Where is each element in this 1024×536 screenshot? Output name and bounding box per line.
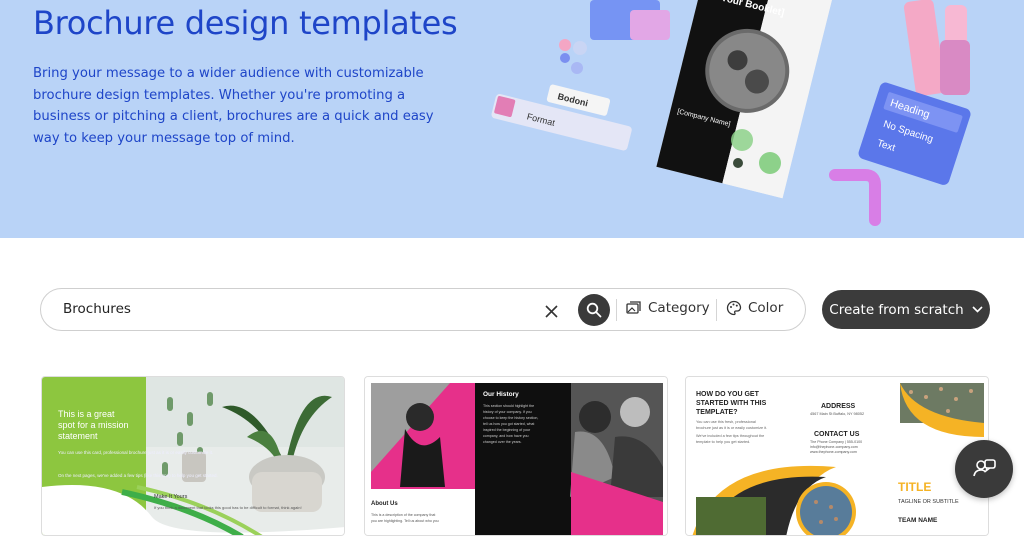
hero-description: Bring your message to a wider audience w… (33, 66, 434, 146)
green-headline-1: This is a great (58, 409, 115, 419)
color-filter-button[interactable]: Color (726, 300, 783, 316)
question-line-1: HOW DO YOU GET (696, 391, 760, 398)
history-body-line: changed over the years. (483, 440, 522, 444)
chat-assistant-button[interactable] (955, 440, 1013, 498)
question-body-line: template to help you get started. (696, 440, 750, 444)
template-card-yellow-sports-brochure[interactable]: HOW DO YOU GET STARTED WITH THIS TEMPLAT… (685, 376, 989, 536)
about-body-line: you are highlighting. Tell us about who … (371, 519, 439, 523)
title-text: TITLE (898, 480, 931, 494)
clear-search-button[interactable] (541, 301, 561, 321)
hero-illustration: of Your Booklet] [Company Name] Format B… (491, 0, 971, 226)
green-body-2: On the next pages, we've added a few tip… (58, 473, 218, 478)
template-card-green-brochure[interactable]: This is a great spot for a mission state… (41, 376, 345, 536)
question-body: You can use this fresh, professional (696, 420, 756, 424)
history-body: This section should highlight the (483, 404, 534, 408)
search-bar: Brochures Category Color (40, 288, 806, 331)
green-body: You can use this card, professional broc… (58, 450, 213, 455)
green-headline-2: spot for a mission (58, 420, 129, 430)
green-headline-3: statement (58, 431, 98, 441)
contact-label: CONTACT US (814, 431, 860, 438)
hero-banner: Brochure design templates Bring your mes… (0, 0, 1024, 238)
tagline-text: TAGLINE OR SUBTITLE (898, 499, 959, 505)
history-heading: Our History (483, 391, 519, 398)
green-caption: Make It Yours (154, 494, 188, 500)
close-icon (544, 304, 558, 318)
create-button-label: Create from scratch (829, 301, 964, 318)
history-body-line: inspired the beginning of your (483, 428, 531, 432)
address-label: ADDRESS (821, 403, 856, 410)
palette-icon (726, 300, 742, 316)
search-button[interactable] (578, 294, 610, 326)
chevron-down-icon (972, 306, 983, 313)
create-from-scratch-button[interactable]: Create from scratch (822, 290, 990, 329)
chat-icon (973, 459, 996, 477)
contact-value-line: info@thephone-company.com (810, 445, 858, 449)
about-body: This is a description of the company tha… (371, 513, 435, 517)
history-body-line: company, and how have you (483, 434, 528, 438)
page-title: Brochure design templates (33, 4, 458, 42)
history-body-line: tell us how you got started, what (483, 422, 534, 426)
question-line-3: TEMPLATE? (696, 409, 737, 416)
question-body-line: brochure just as it is or easily customi… (696, 426, 767, 430)
search-icon (586, 302, 602, 318)
template-thumbnail: HOW DO YOU GET STARTED WITH THIS TEMPLAT… (686, 377, 988, 535)
category-label: Category (648, 300, 710, 316)
category-filter-button[interactable]: Category (626, 300, 710, 316)
contact-value: The Phone Company | 555-0100 (810, 440, 862, 444)
history-body-line: history of your company. If you (483, 410, 532, 414)
template-thumbnail: Our History This section should highligh… (365, 377, 667, 535)
green-caption-body: If you think a document that looks this … (154, 505, 302, 510)
category-icon (626, 301, 641, 314)
history-body-line: choose to keep the history section, (483, 416, 538, 420)
about-heading: About Us (371, 501, 398, 507)
search-input[interactable]: Brochures (63, 301, 131, 317)
contact-value-line: www.thephone-company.com (810, 450, 857, 454)
template-card-pink-black-brochure[interactable]: Our History This section should highligh… (364, 376, 668, 536)
color-label: Color (748, 300, 784, 316)
address-value: 4567 Main St Buffalo, NY 98052 (810, 412, 864, 416)
divider (716, 299, 717, 321)
question-line-2: STARTED WITH THIS (696, 400, 767, 407)
divider (616, 299, 617, 321)
template-thumbnail: This is a great spot for a mission state… (42, 377, 344, 535)
question-body-line: We've included a few tips throughout the (696, 434, 764, 438)
